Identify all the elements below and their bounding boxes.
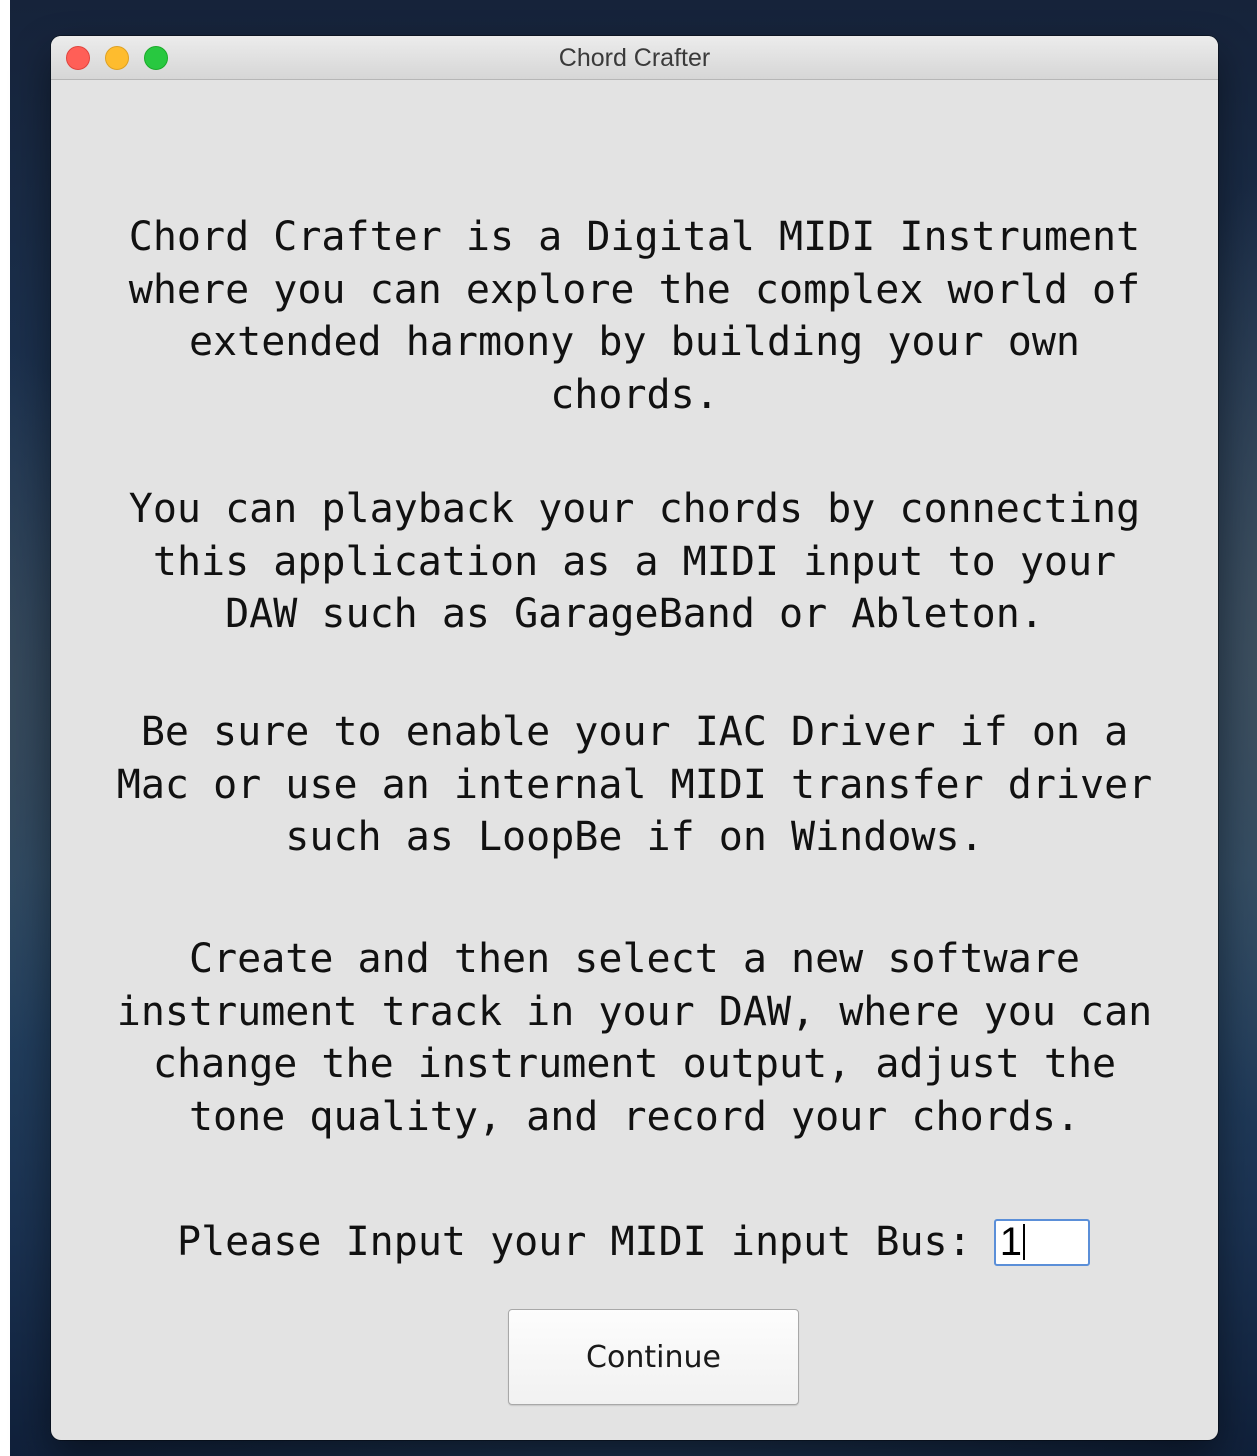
text-caret [1022,1224,1025,1260]
intro-line: DAW such as GarageBand or Ableton. [225,591,1044,637]
intro-paragraph-1: Chord Crafter is a Digital MIDI Instrume… [51,211,1218,421]
intro-paragraph-2: You can playback your chords by connecti… [51,483,1218,641]
midi-bus-input[interactable]: 1 [993,1218,1090,1266]
intro-line: Be sure to enable your IAC Driver if on … [140,709,1129,755]
intro-line: instrument track in your DAW, where you … [116,988,1153,1035]
intro-line: such as LoopBe if on Windows. [285,814,984,860]
midi-bus-label: Please Input your MIDI input Bus: [177,1219,972,1265]
desktop-edge [0,0,10,1456]
title-bar[interactable]: Chord Crafter [51,36,1218,80]
intro-line: where you can explore the complex world … [128,266,1141,313]
intro-line: Chord Crafter is a Digital MIDI Instrume… [128,214,1141,260]
intro-line: this application as a MIDI input to your [152,538,1117,585]
window-title: Chord Crafter [558,44,711,72]
content-area: Chord Crafter is a Digital MIDI Instrume… [51,80,1218,1440]
intro-line: tone quality, and record your chords. [188,1093,1081,1140]
intro-paragraph-3: Be sure to enable your IAC Driver if on … [51,706,1218,864]
intro-line: extended harmony by building your own [188,319,1081,365]
intro-line: change the instrument output, adjust the [152,1041,1117,1087]
intro-line: Create and then select a new software [188,936,1081,982]
midi-bus-value: 1 [999,1219,1022,1264]
intro-line: chords. [550,371,719,418]
chord-crafter-window: Chord Crafter Chord Crafter is a Digital… [51,36,1218,1440]
intro-line: You can playback your chords by connecti… [128,486,1141,532]
intro-paragraph-4: Create and then select a new software in… [51,933,1218,1143]
intro-line: Mac or use an internal MIDI transfer dri… [116,761,1153,808]
continue-button[interactable]: Continue [508,1309,799,1405]
midi-bus-row: Please Input your MIDI input Bus: 1 [177,1217,1090,1267]
